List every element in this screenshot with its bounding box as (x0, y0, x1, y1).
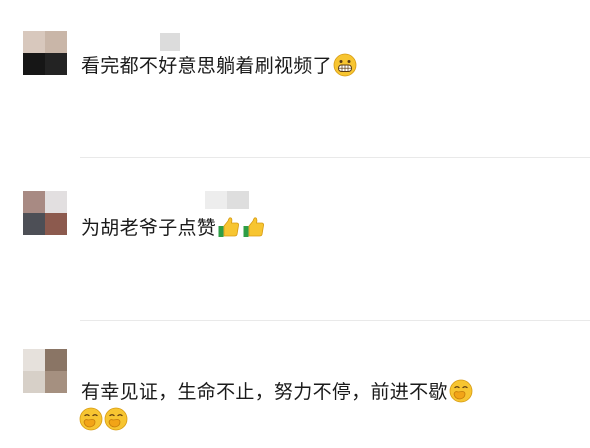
divider (80, 320, 590, 321)
comment-text: 为胡老爷子点赞 (81, 214, 266, 242)
comment-text-wrap (79, 406, 128, 434)
avatar[interactable] (23, 349, 67, 393)
divider (80, 157, 590, 158)
avatar[interactable] (23, 191, 67, 235)
thumbs-up-icon (243, 217, 265, 237)
comment-text: 看完都不好意思躺着刷视频了 (81, 52, 357, 80)
comment-text: 有幸见证，生命不止，努力不停，前进不歇 (81, 378, 473, 406)
username-blurred[interactable] (205, 191, 249, 209)
face-with-hand-over-mouth-icon (104, 407, 128, 431)
face-with-hand-over-mouth-icon (79, 407, 103, 431)
grinning-face-icon (333, 53, 357, 77)
username-blurred[interactable] (160, 33, 180, 51)
thumbs-up-icon (218, 217, 240, 237)
face-with-hand-over-mouth-icon (449, 379, 473, 403)
avatar[interactable] (23, 31, 67, 75)
